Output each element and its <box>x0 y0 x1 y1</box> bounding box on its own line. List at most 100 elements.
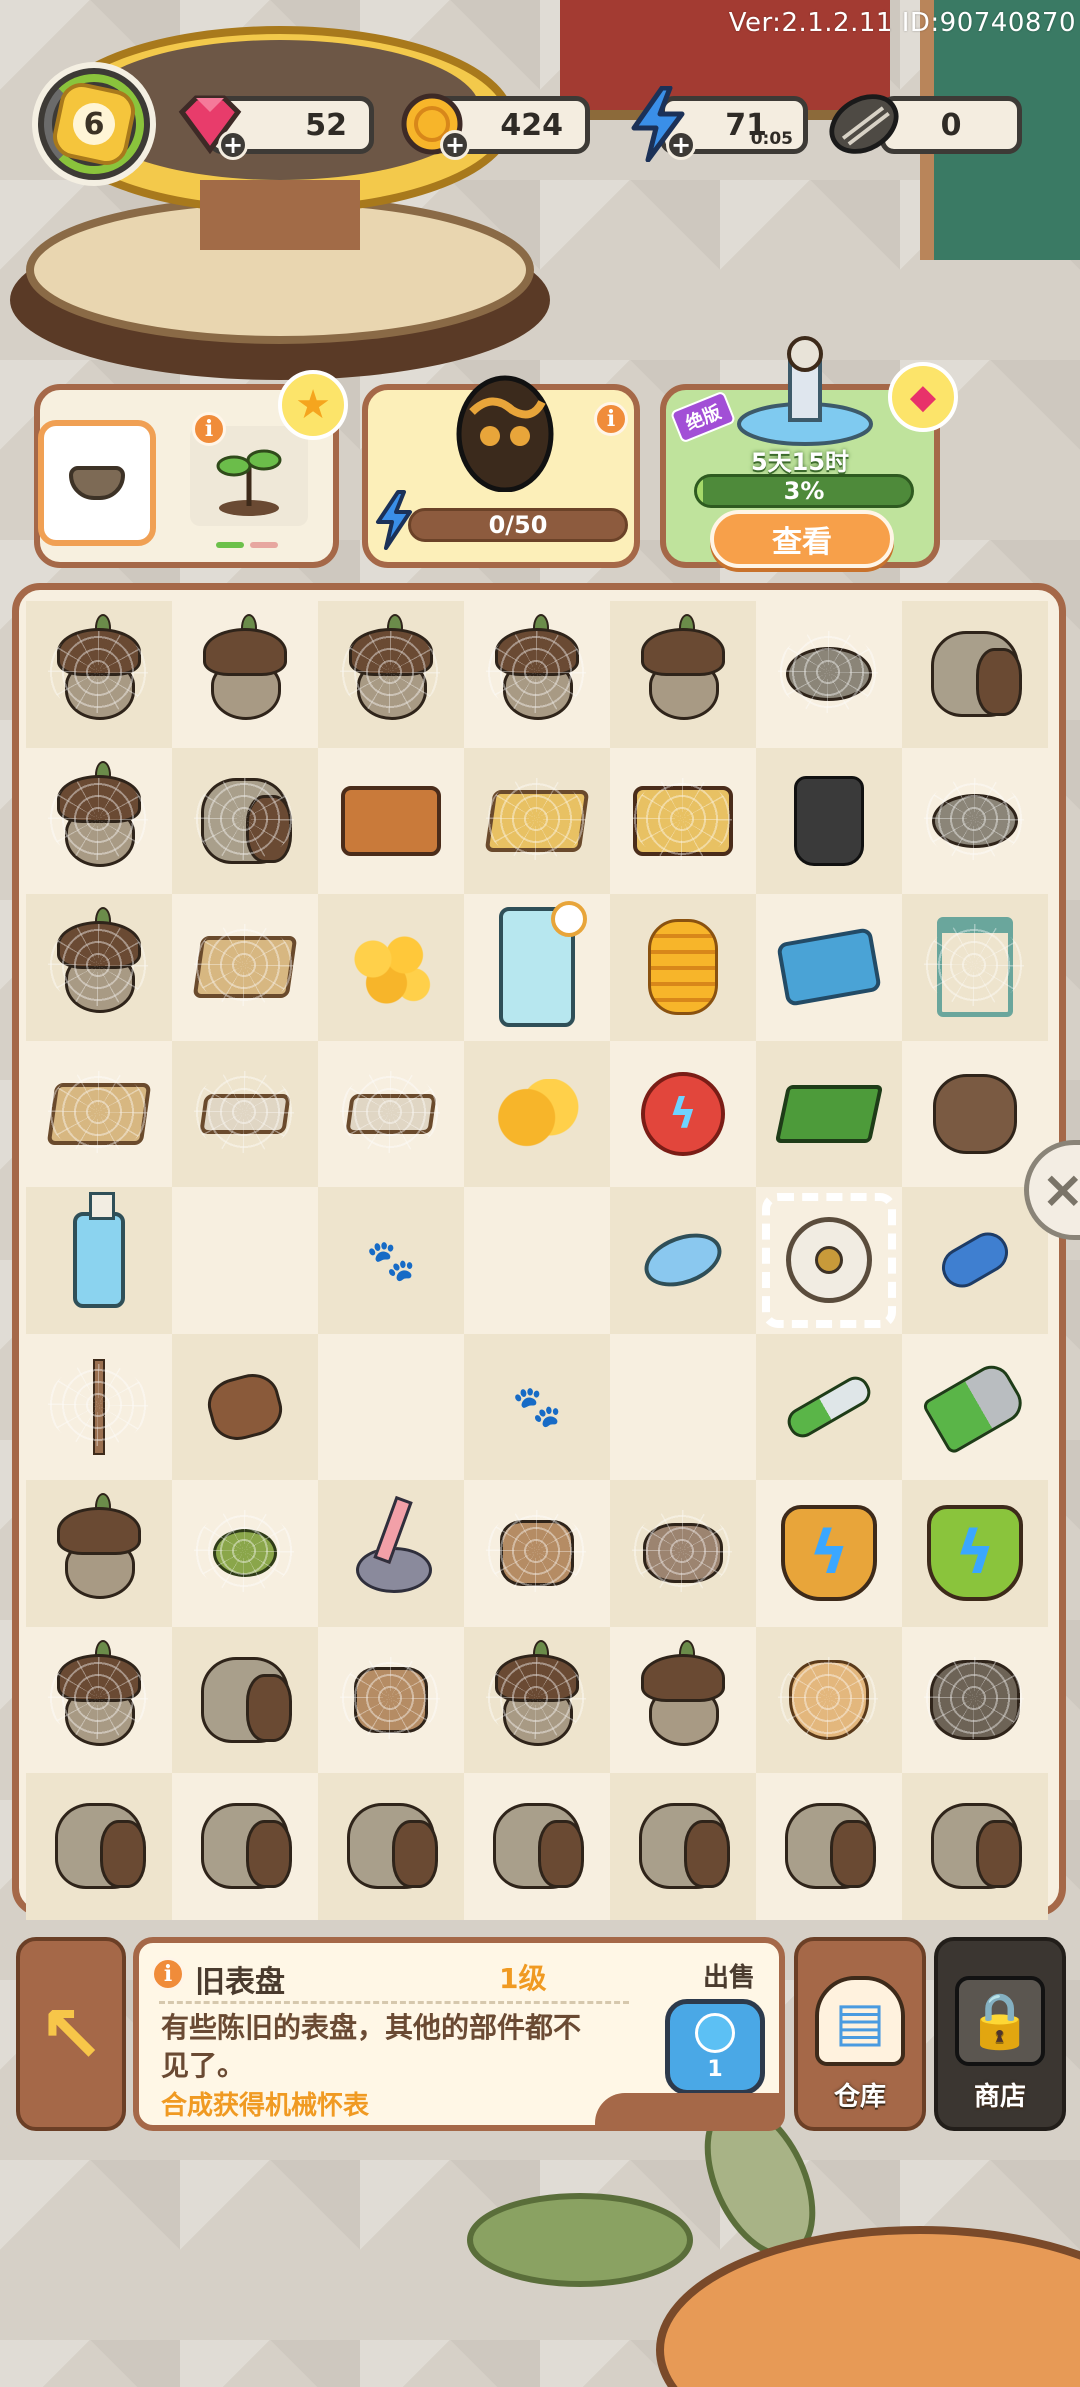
version-label: Ver:2.1.2.11 ID:90740870 <box>728 8 1076 38</box>
board-cell[interactable] <box>756 1040 902 1187</box>
board-cell[interactable] <box>318 1040 464 1187</box>
board-cell[interactable] <box>756 747 902 894</box>
board-cell[interactable] <box>610 894 756 1041</box>
board-cell[interactable] <box>902 601 1048 748</box>
board-cell[interactable] <box>610 601 756 748</box>
board-cell[interactable] <box>756 601 902 748</box>
board-cell[interactable] <box>464 601 610 748</box>
board-cell[interactable]: 🐾 <box>318 1187 464 1334</box>
event-view-button[interactable]: 查看 <box>710 510 894 568</box>
gem-reward-icon: ◆ <box>888 362 958 432</box>
board-cell[interactable] <box>464 747 610 894</box>
board-cell[interactable] <box>318 747 464 894</box>
add-energy-button[interactable]: + <box>666 130 696 160</box>
board-cell[interactable] <box>26 601 172 748</box>
shop-button[interactable]: 🔒 商店 <box>934 1937 1066 2131</box>
board-cell[interactable] <box>318 894 464 1041</box>
acorn-icon <box>635 1639 731 1746</box>
cat-fountain-icon <box>737 336 873 446</box>
board-cell[interactable]: ϟ <box>902 1480 1048 1627</box>
board-cell[interactable] <box>610 1480 756 1627</box>
board-cell[interactable] <box>902 747 1048 894</box>
shop-label: 商店 <box>973 2082 1026 2112</box>
board-cell[interactable] <box>318 1333 464 1480</box>
board-cell[interactable] <box>26 747 172 894</box>
board-cell[interactable] <box>902 894 1048 1041</box>
board-cell[interactable] <box>26 1333 172 1480</box>
board-cell[interactable]: ϟ <box>756 1480 902 1627</box>
egg-info-icon[interactable]: i <box>594 402 628 436</box>
board-cell[interactable] <box>318 1480 464 1627</box>
board-cell[interactable] <box>172 1187 318 1334</box>
board-cell[interactable]: 🐾 <box>464 1333 610 1480</box>
info-divider <box>159 2001 629 2004</box>
board-cell[interactable] <box>756 1333 902 1480</box>
board-cell[interactable] <box>756 1773 902 1920</box>
egg-card[interactable]: i 0/50 <box>362 375 640 568</box>
warehouse-icon: ▤ <box>815 1976 905 2066</box>
rock-icon <box>932 793 1018 848</box>
board-cell[interactable] <box>756 894 902 1041</box>
two-coins-icon <box>494 1078 580 1149</box>
board-cell[interactable] <box>172 1773 318 1920</box>
acorn-icon <box>51 1493 147 1600</box>
board-cell[interactable] <box>610 747 756 894</box>
warehouse-button[interactable]: ▤ 仓库 <box>794 1937 926 2131</box>
board-cell[interactable] <box>26 1626 172 1773</box>
board-cell[interactable] <box>464 1626 610 1773</box>
order-info-icon[interactable]: i <box>192 412 226 446</box>
board-cell[interactable] <box>172 747 318 894</box>
board-cell[interactable] <box>26 894 172 1041</box>
gem-count: 52 <box>305 107 347 143</box>
add-gems-button[interactable]: + <box>218 130 248 160</box>
board-cell[interactable] <box>902 1626 1048 1773</box>
board-cell[interactable] <box>26 1040 172 1187</box>
board-cell[interactable] <box>318 1773 464 1920</box>
board-cell[interactable] <box>610 1333 756 1480</box>
board-cell[interactable]: ϟ <box>610 1040 756 1187</box>
board-cell[interactable] <box>172 601 318 748</box>
board-cell[interactable] <box>902 1040 1048 1187</box>
board-cell[interactable] <box>902 1333 1048 1480</box>
soap-bar-icon <box>637 1224 729 1297</box>
board-cell[interactable] <box>902 1773 1048 1920</box>
board-cell[interactable] <box>318 1626 464 1773</box>
board-cell[interactable] <box>464 1040 610 1187</box>
board-cell[interactable] <box>172 894 318 1041</box>
event-card[interactable]: 绝版 ◆ 5天15时 3% 查看 <box>660 336 958 568</box>
board-cell[interactable] <box>172 1040 318 1187</box>
board-cell[interactable] <box>464 1773 610 1920</box>
order-card[interactable]: i ★ <box>34 370 348 568</box>
add-coins-button[interactable]: + <box>440 130 470 160</box>
back-button[interactable]: ↖ <box>16 1937 126 2131</box>
screw-icon <box>934 1225 1016 1296</box>
energy-basket-icon: ϟ <box>781 1505 877 1602</box>
board-cell[interactable] <box>172 1333 318 1480</box>
board-cell[interactable] <box>756 1187 902 1334</box>
board-cell[interactable] <box>26 1773 172 1920</box>
board-cell[interactable] <box>464 1480 610 1627</box>
player-level-badge[interactable]: 6 <box>32 62 156 186</box>
board-cell[interactable] <box>610 1626 756 1773</box>
rock-icon <box>786 647 872 702</box>
seed-sack-icon <box>201 1656 292 1743</box>
board-cell[interactable] <box>26 1480 172 1627</box>
board-cell[interactable] <box>610 1187 756 1334</box>
merge-grid: ϟ 🐾 🐾 ϟ ϟ <box>26 601 1052 1920</box>
board-cell[interactable] <box>26 1187 172 1334</box>
board-cell[interactable] <box>756 1626 902 1773</box>
board-cell[interactable] <box>610 1773 756 1920</box>
item-info-icon[interactable]: i <box>151 1957 185 1991</box>
board-cell[interactable] <box>318 601 464 748</box>
board-cell[interactable] <box>902 1187 1048 1334</box>
acorn-icon <box>489 614 585 721</box>
board-cell[interactable] <box>464 894 610 1041</box>
board-cell[interactable] <box>172 1626 318 1773</box>
acorn-icon <box>343 614 439 721</box>
sell-button[interactable]: 1 <box>665 1999 765 2095</box>
chair-icon <box>937 917 1013 1018</box>
knife-icon <box>782 1371 876 1443</box>
board-cell[interactable] <box>464 1187 610 1334</box>
sprout-icon <box>216 449 282 516</box>
board-cell[interactable] <box>172 1480 318 1627</box>
